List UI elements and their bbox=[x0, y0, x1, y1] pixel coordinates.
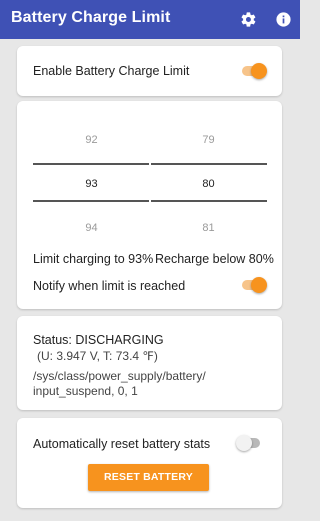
info-icon[interactable] bbox=[273, 9, 293, 29]
enable-limit-card: Enable Battery Charge Limit bbox=[17, 46, 282, 96]
picker-divider bbox=[33, 200, 149, 202]
picker-divider bbox=[151, 200, 267, 202]
charge-picker-next[interactable]: 94 bbox=[34, 222, 149, 234]
recharge-picker-prev[interactable]: 79 bbox=[151, 134, 266, 146]
picker-divider bbox=[151, 163, 267, 165]
charge-picker-prev[interactable]: 92 bbox=[34, 134, 149, 146]
app-bar: Battery Charge Limit bbox=[0, 0, 300, 39]
picker-divider bbox=[33, 163, 149, 165]
status-path-values: input_suspend, 0, 1 bbox=[33, 384, 138, 398]
charge-limit-text: Limit charging to 93% bbox=[33, 252, 154, 266]
gear-icon[interactable] bbox=[238, 9, 258, 29]
status-text: Status: DISCHARGING bbox=[33, 333, 164, 347]
status-details: (U: 3.947 V, T: 73.4 ℉) bbox=[37, 349, 158, 363]
reset-stats-card: Automatically reset battery stats RESET … bbox=[17, 418, 282, 510]
limits-card: 92 93 94 79 80 81 Limit charging to 93% … bbox=[17, 101, 282, 309]
enable-limit-label: Enable Battery Charge Limit bbox=[33, 64, 190, 78]
notify-label: Notify when limit is reached bbox=[33, 279, 186, 293]
status-card: Status: DISCHARGING (U: 3.947 V, T: 73.4… bbox=[17, 316, 282, 410]
app-title: Battery Charge Limit bbox=[11, 9, 171, 26]
status-path: /sys/class/power_supply/battery/ bbox=[33, 369, 206, 383]
recharge-text: Recharge below 80% bbox=[155, 252, 274, 266]
charge-picker-selected[interactable]: 93 bbox=[34, 178, 149, 190]
notify-toggle[interactable] bbox=[240, 275, 267, 295]
reset-battery-stats-button[interactable]: RESET BATTERY STATS bbox=[88, 464, 209, 510]
auto-reset-label: Automatically reset battery stats bbox=[33, 437, 211, 451]
recharge-picker-next[interactable]: 81 bbox=[151, 222, 266, 234]
recharge-picker-selected[interactable]: 80 bbox=[151, 178, 266, 190]
auto-reset-toggle[interactable] bbox=[236, 433, 262, 453]
enable-limit-toggle[interactable] bbox=[240, 61, 267, 81]
